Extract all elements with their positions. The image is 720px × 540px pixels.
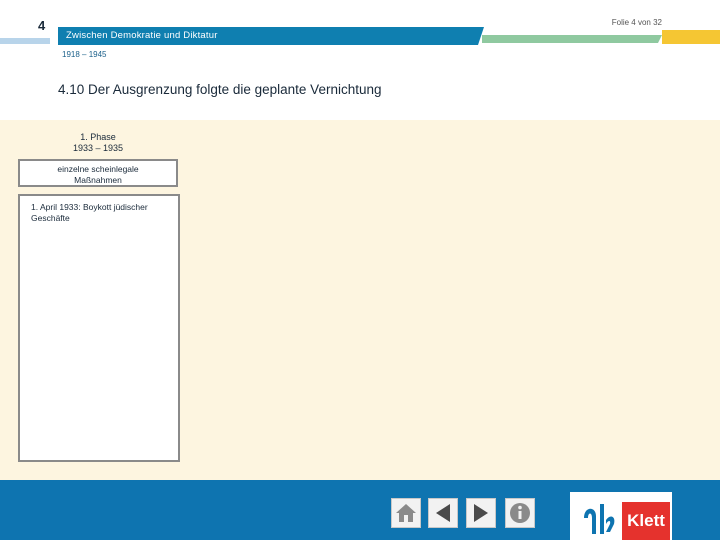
arrow-right-icon bbox=[474, 504, 488, 522]
decor-bar-yellow bbox=[662, 30, 720, 44]
slide-counter: Folie 4 von 32 bbox=[611, 18, 662, 27]
phase-label-line1: 1. Phase bbox=[80, 132, 116, 142]
home-icon bbox=[396, 504, 416, 522]
previous-slide-button[interactable] bbox=[428, 498, 458, 528]
detail-line1: 1. April 1933: Boykott jüdischer bbox=[31, 202, 148, 212]
measures-line1: einzelne scheinlegale bbox=[57, 164, 139, 174]
measures-box: einzelne scheinlegale Maßnahmen bbox=[18, 159, 178, 187]
phase-label: 1. Phase 1933 – 1935 bbox=[18, 132, 178, 154]
klett-emblem-icon bbox=[584, 504, 615, 534]
details-box: 1. April 1933: Boykott jüdischer Geschäf… bbox=[18, 194, 180, 462]
info-button[interactable] bbox=[505, 498, 535, 528]
phase-label-line2: 1933 – 1935 bbox=[72, 143, 124, 153]
chapter-number: 4 bbox=[38, 18, 46, 33]
decor-bar-left bbox=[0, 38, 50, 44]
chapter-title: Zwischen Demokratie und Diktatur bbox=[66, 30, 218, 41]
measures-line2: Maßnahmen bbox=[74, 175, 122, 185]
chapter-subtitle: 1918 – 1945 bbox=[62, 50, 107, 59]
slide-title: 4.10 Der Ausgrenzung folgte die geplante… bbox=[58, 82, 382, 97]
arrow-left-icon bbox=[436, 504, 450, 522]
detail-line2: Geschäfte bbox=[31, 213, 70, 223]
decor-bar-green bbox=[482, 35, 658, 43]
home-button[interactable] bbox=[391, 498, 421, 528]
info-icon bbox=[510, 503, 530, 523]
next-slide-button[interactable] bbox=[466, 498, 496, 528]
klett-logo-text: Klett bbox=[622, 502, 670, 540]
